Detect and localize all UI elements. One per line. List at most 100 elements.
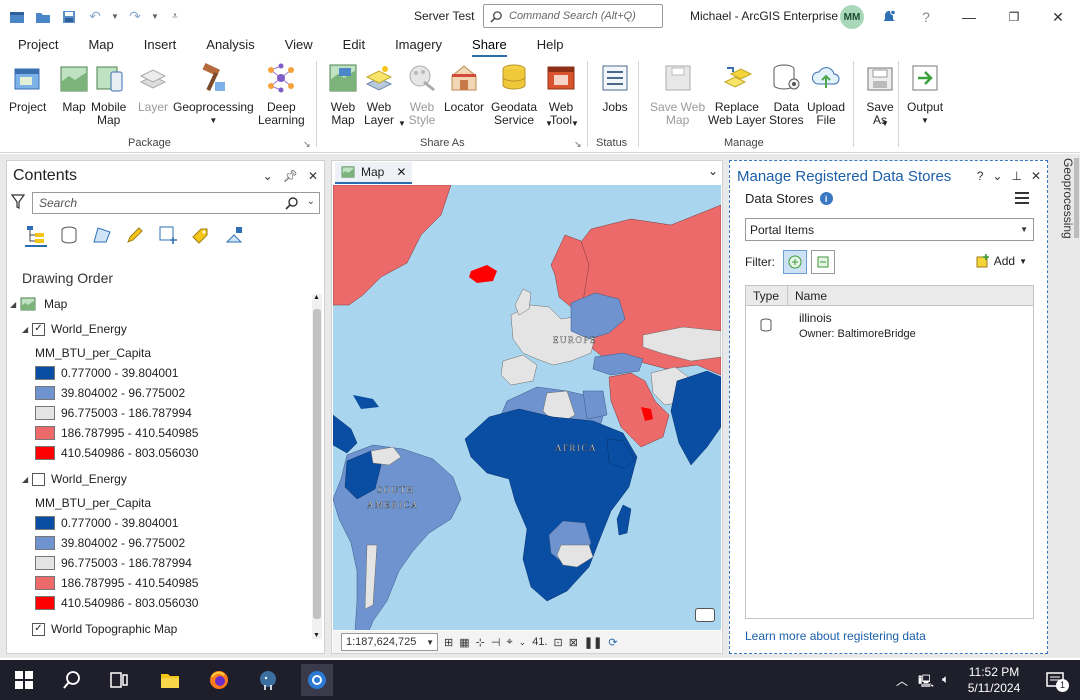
package-launcher-icon[interactable]: ↘ [303, 139, 311, 150]
navigator-icon[interactable]: ⌖ [506, 636, 512, 649]
list-by-drawing-order-icon[interactable] [25, 223, 47, 247]
list-by-selection-icon[interactable] [91, 223, 113, 247]
share-geodata-service-button[interactable]: Geodata Service ▼ [491, 61, 553, 128]
layer-row-basemap[interactable]: ✓ World Topographic Map [32, 622, 177, 636]
map-scale-select[interactable]: 1:187,624,725 ▼ [341, 633, 438, 651]
scroll-up-icon[interactable]: ▲ [313, 294, 320, 301]
collapse-caret-icon[interactable]: ◢ [10, 300, 20, 309]
menu-icon[interactable] [1015, 192, 1029, 204]
tab-edit[interactable]: Edit [328, 33, 380, 57]
tab-project[interactable]: Project [0, 33, 73, 57]
close-pane-icon[interactable]: ✕ [1031, 169, 1041, 183]
list-by-snapping-icon[interactable] [157, 223, 179, 247]
layer-visibility-checkbox[interactable] [32, 472, 45, 486]
list-by-data-source-icon[interactable] [58, 223, 80, 247]
share-web-tool-button[interactable]: Web Tool ▼ [544, 61, 579, 128]
contents-scrollbar[interactable]: ▲ ▼ [312, 294, 322, 639]
scrollbar-thumb[interactable] [313, 309, 321, 619]
close-tab-icon[interactable]: ✕ [396, 165, 406, 179]
tab-share[interactable]: Share [457, 33, 522, 57]
refresh-extent-icon[interactable]: ⊠ [569, 636, 578, 649]
signed-in-user[interactable]: Michael - ArcGIS Enterprise [690, 9, 838, 23]
taskbar-search-icon[interactable] [56, 664, 88, 696]
map-attribution-icon[interactable] [695, 608, 715, 622]
pause-drawing-icon[interactable]: ❚❚ [584, 636, 602, 649]
layer-row-world-energy[interactable]: ◢ ✓ World_Energy [22, 322, 127, 336]
postgresql-icon[interactable] [252, 664, 284, 696]
tab-analysis[interactable]: Analysis [191, 33, 269, 57]
pane-options-chevron-icon[interactable]: ⌄ [992, 169, 1002, 183]
command-search-input[interactable]: Command Search (Alt+Q) [483, 4, 663, 28]
filter-server-items-button[interactable] [811, 250, 835, 274]
collapse-caret-icon[interactable]: ◢ [22, 325, 32, 334]
redo-dropdown-icon[interactable]: ▼ [150, 6, 160, 28]
learn-more-link[interactable]: Learn more about registering data [745, 629, 926, 643]
network-icon[interactable]: 🖳︎ [918, 672, 934, 693]
manage-replace-web-layer-button[interactable]: Replace Web Layer [708, 61, 766, 127]
grid-icon[interactable]: ▦ [459, 636, 469, 649]
notifications-bell-icon[interactable] [878, 6, 900, 28]
layer-visibility-checkbox[interactable]: ✓ [32, 322, 45, 336]
file-explorer-icon[interactable] [154, 664, 186, 696]
table-row[interactable]: illinois Owner: BaltimoreBridge [746, 306, 1033, 346]
geoprocessing-side-tab[interactable]: Geoprocessing [1055, 158, 1075, 239]
side-tab-scrollbar[interactable] [1074, 158, 1079, 238]
redo-icon[interactable]: ↷ [124, 6, 146, 28]
task-view-icon[interactable] [103, 664, 135, 696]
close-pane-icon[interactable]: ✕ [308, 169, 318, 183]
status-dropdown-icon[interactable]: ⌄ [519, 637, 527, 648]
taskbar-clock[interactable]: 11:52 PM 5/11/2024 [958, 664, 1030, 696]
tab-map[interactable]: Map [73, 33, 128, 57]
filter-icon[interactable] [11, 194, 25, 210]
minimize-button[interactable]: — [958, 6, 980, 28]
measure-icon[interactable]: ⊣ [491, 636, 501, 649]
undo-icon[interactable]: ↶ [84, 6, 106, 28]
share-as-launcher-icon[interactable]: ↘ [574, 139, 582, 150]
firefox-icon[interactable] [203, 664, 235, 696]
column-header-type[interactable]: Type [746, 286, 788, 305]
tab-insert[interactable]: Insert [129, 33, 192, 57]
avatar[interactable]: MM [840, 5, 864, 29]
list-by-perspective-imagery-icon[interactable] [223, 223, 245, 247]
add-data-store-button[interactable]: Add ▼ [976, 254, 1027, 268]
undo-dropdown-icon[interactable]: ▼ [110, 6, 120, 28]
search-options-chevron-icon[interactable]: ⌄ [307, 196, 315, 207]
snapping-icon[interactable]: ⊹ [476, 636, 485, 649]
list-by-editing-icon[interactable] [124, 223, 146, 247]
map-view-options-chevron-icon[interactable]: ⌄ [708, 164, 718, 178]
package-layer-button[interactable]: Layer [136, 61, 170, 114]
scroll-down-icon[interactable]: ▼ [313, 632, 320, 639]
windows-start-icon[interactable] [8, 664, 40, 696]
selection-count-icon[interactable]: ⊡ [553, 636, 562, 649]
help-icon[interactable]: ? [915, 6, 937, 28]
layer-visibility-checkbox[interactable]: ✓ [32, 622, 45, 636]
package-mobile-map-button[interactable]: Mobile Map [91, 61, 126, 127]
share-locator-button[interactable]: Locator [444, 61, 484, 114]
volume-icon[interactable]: 🔈︎ [942, 672, 949, 687]
tree-map-row[interactable]: ◢ Map [10, 297, 67, 311]
contents-search-input[interactable]: Search ⌄ [32, 192, 320, 214]
share-web-map-button[interactable]: Web Map [326, 61, 360, 127]
collapse-caret-icon[interactable]: ◢ [22, 475, 32, 484]
pane-options-chevron-icon[interactable]: ⌄ [263, 169, 273, 183]
restore-button[interactable]: ❐ [1003, 6, 1025, 28]
output-button[interactable]: Output ▼ [907, 61, 943, 127]
list-by-labeling-icon[interactable] [190, 223, 212, 247]
arcgis-pro-taskbar-icon[interactable] [301, 664, 333, 696]
close-button[interactable]: ✕ [1047, 6, 1069, 28]
pane-help-icon[interactable]: ? [977, 169, 984, 183]
layer-row-world-energy[interactable]: ◢ World_Energy [22, 472, 127, 486]
show-hidden-icons-icon[interactable]: ︿ [896, 672, 908, 689]
open-project-icon[interactable] [32, 6, 54, 28]
customize-qat-icon[interactable]: ⩡ [164, 6, 186, 28]
manage-save-web-map-button[interactable]: Save Web Map [650, 61, 705, 127]
pin-icon[interactable]: 📌︎ [283, 169, 298, 183]
refresh-icon[interactable]: ⟳ [608, 636, 617, 649]
map-view-tab[interactable]: Map ✕ [335, 162, 413, 184]
tab-imagery[interactable]: Imagery [380, 33, 457, 57]
package-deep-learning-button[interactable]: Deep Learning [258, 61, 305, 127]
pin-icon[interactable]: ⊥ [1011, 169, 1021, 183]
data-store-source-select[interactable]: Portal Items ▼ [745, 218, 1034, 241]
notification-center-icon[interactable]: 1 [1039, 664, 1071, 696]
info-icon[interactable]: i [819, 192, 833, 205]
